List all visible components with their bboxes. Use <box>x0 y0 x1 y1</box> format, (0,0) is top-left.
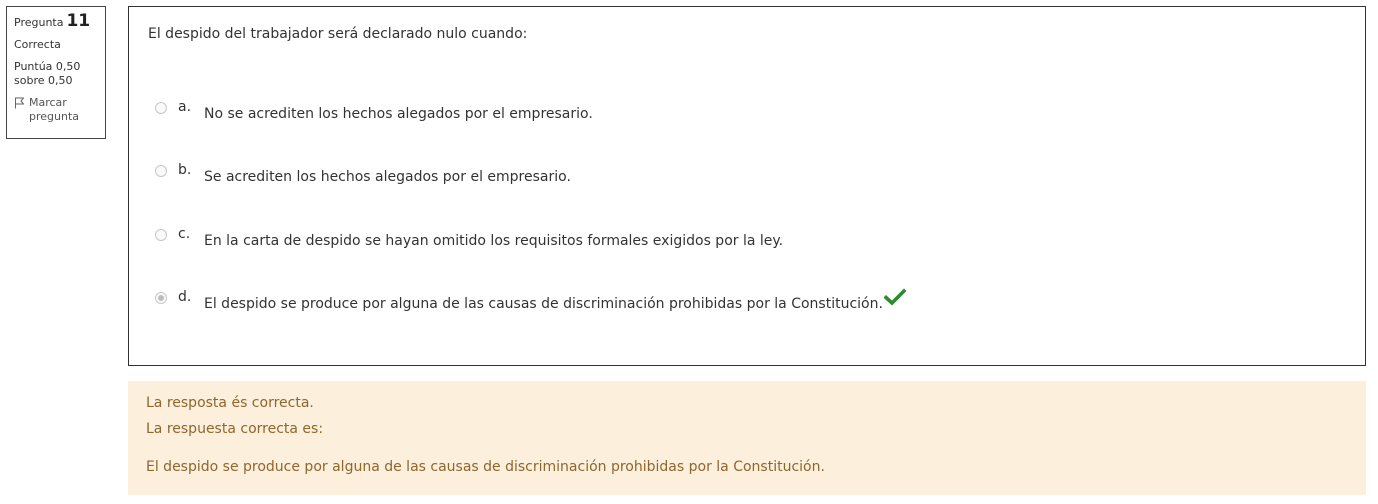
flag-label: Marcar pregunta <box>29 96 79 124</box>
option-b-radio[interactable] <box>155 165 167 177</box>
option-c-letter: c. <box>178 226 191 242</box>
option-a-letter: a. <box>178 99 192 115</box>
option-b[interactable]: b. Se acrediten los hechos alegados por … <box>155 162 571 185</box>
question-grade: Puntúa 0,50 sobre 0,50 <box>14 60 98 88</box>
correct-answer-text: El despido se produce por alguna de las … <box>146 459 825 475</box>
flag-icon <box>15 97 24 109</box>
question-label: Pregunta <box>14 16 64 29</box>
flag-label-line-2: pregunta <box>29 110 80 123</box>
checkmark-icon <box>883 288 906 306</box>
option-a-text: No se acrediten los hechos alegados por … <box>204 106 593 122</box>
grade-line-2: sobre 0,50 <box>14 74 73 87</box>
option-d-text: El despido se produce por alguna de las … <box>204 296 883 312</box>
option-a-radio[interactable] <box>155 102 167 114</box>
feedback-panel: La resposta és correcta. La respuesta co… <box>128 381 1366 495</box>
option-d-radio[interactable] <box>155 292 167 304</box>
option-b-text: Se acrediten los hechos alegados por el … <box>204 169 571 185</box>
grade-line-1: Puntúa 0,50 <box>14 60 81 73</box>
question-info-panel: Pregunta 11 Correcta Puntúa 0,50 sobre 0… <box>6 6 106 139</box>
feedback-result: La resposta és correcta. <box>146 395 314 411</box>
question-text: El despido del trabajador será declarado… <box>148 26 528 42</box>
option-a[interactable]: a. No se acrediten los hechos alegados p… <box>155 99 593 122</box>
option-b-letter: b. <box>178 162 192 178</box>
option-c-radio[interactable] <box>155 229 167 241</box>
question-state: Correcta <box>14 38 61 51</box>
option-c[interactable]: c. En la carta de despido se hayan omiti… <box>155 226 783 249</box>
question-number-heading: Pregunta 11 <box>14 11 98 31</box>
correct-answer-label: La respuesta correcta es: <box>146 421 324 437</box>
flag-question-link[interactable]: Marcar pregunta <box>14 96 98 124</box>
option-c-text: En la carta de despido se hayan omitido … <box>204 233 784 249</box>
option-d-letter: d. <box>178 289 192 305</box>
option-d[interactable]: d. El despido se produce por alguna de l… <box>155 288 906 312</box>
question-number: 11 <box>66 11 91 31</box>
flag-label-line-1: Marcar <box>29 96 67 109</box>
question-content: El despido del trabajador será declarado… <box>128 6 1366 366</box>
